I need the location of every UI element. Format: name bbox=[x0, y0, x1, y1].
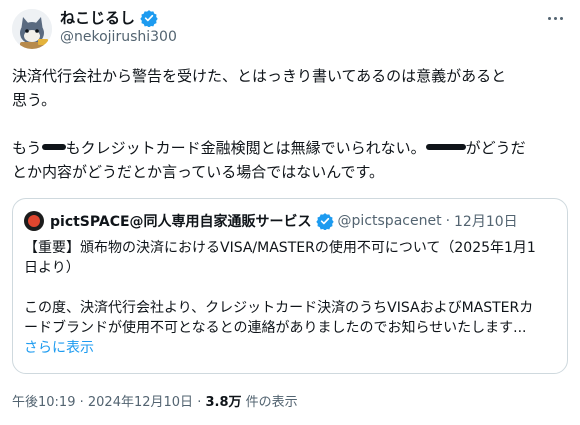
quoted-line-blank bbox=[24, 278, 558, 298]
quoted-tweet-header: pictSPACE@同人専用自家通販サービス @pictspacenet · 1… bbox=[24, 211, 518, 231]
tweet-line: 思う。 bbox=[12, 91, 57, 109]
tweet-line: もう もクレジットカード金融検閲とは無縁でいられない。 がどうだ bbox=[12, 136, 572, 160]
separator-dot: · bbox=[79, 395, 84, 410]
quoted-tweet-text: 【重要】頒布物の決済におけるVISA/MASTERの使用不可について（2025年… bbox=[24, 238, 558, 358]
quoted-line: 日より） bbox=[24, 260, 80, 276]
redaction-mark bbox=[41, 138, 66, 156]
views-label: 件の表示 bbox=[245, 395, 298, 410]
view-count: 3.8万 bbox=[205, 395, 242, 410]
quoted-author-avatar[interactable] bbox=[24, 211, 44, 231]
author-display-name[interactable]: ねこじるし bbox=[60, 7, 135, 28]
tweet-time[interactable]: 午後10:19 bbox=[12, 395, 75, 410]
cat-avatar-icon bbox=[12, 9, 52, 49]
quoted-line: この度、決済代行会社より、クレジットカード決済のうちVISAおよびMASTERカ bbox=[24, 300, 534, 316]
tweet-line: 決済代行会社から警告を受けた、とはっきり書いてあるのは意義があると bbox=[12, 67, 507, 85]
author-avatar[interactable] bbox=[12, 9, 52, 49]
separator-dot: · bbox=[197, 395, 202, 410]
redaction-mark bbox=[425, 138, 466, 156]
show-more-link[interactable]: さらに表示 bbox=[24, 338, 558, 358]
tweet-line-blank bbox=[12, 112, 572, 136]
verified-badge-icon bbox=[315, 213, 334, 230]
verified-badge-icon bbox=[140, 9, 158, 27]
tweet-line: とか内容がどうだとか言っている場合ではないんです。 bbox=[12, 163, 385, 181]
tweet-date[interactable]: 2024年12月10日 bbox=[88, 395, 193, 410]
quoted-tweet-card[interactable]: pictSPACE@同人専用自家通販サービス @pictspacenet · 1… bbox=[12, 198, 568, 374]
tweet-text: 決済代行会社から警告を受けた、とはっきり書いてあるのは意義があると 思う。 もう… bbox=[12, 64, 572, 184]
tweet-metadata: 午後10:19 · 2024年12月10日 · 3.8万 件の表示 bbox=[12, 391, 298, 410]
tweet-text-segment: もクレジットカード金融検閲とは無縁でいられない。 bbox=[65, 139, 426, 157]
quoted-author-handle: @pictspacenet bbox=[337, 213, 442, 229]
quoted-line: ードブランドが使用不可となるとの連絡がありましたのでお知らせいたします... bbox=[24, 320, 527, 336]
quoted-line: 【重要】頒布物の決済におけるVISA/MASTERの使用不可について（2025年… bbox=[24, 240, 536, 256]
quoted-author-name[interactable]: pictSPACE@同人専用自家通販サービス bbox=[50, 211, 312, 231]
quoted-tweet-date[interactable]: 12月10日 bbox=[454, 211, 518, 231]
separator-dot: · bbox=[445, 213, 451, 229]
more-options-icon[interactable] bbox=[544, 10, 566, 26]
tweet-text-segment: がどうだ bbox=[465, 139, 526, 157]
author-handle[interactable]: @nekojirushi300 bbox=[60, 29, 177, 45]
tweet-text-segment: もう bbox=[12, 139, 42, 157]
author-name-row: ねこじるし bbox=[60, 7, 158, 28]
